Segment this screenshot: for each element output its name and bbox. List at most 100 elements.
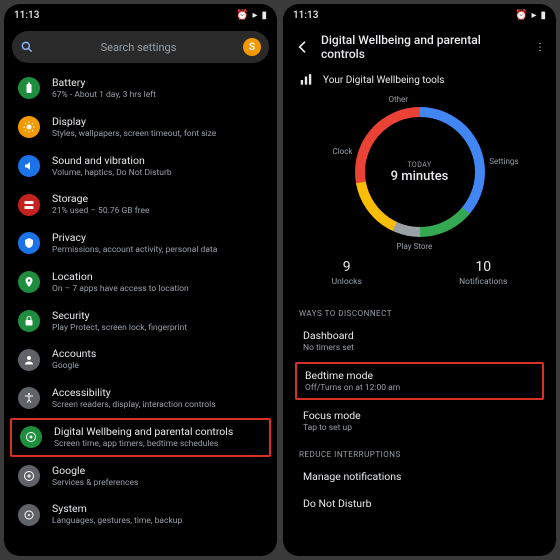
battery-icon: ▮ [540,10,546,21]
settings-screen: 11:13 ⏰ ▸ ▮ Search settings S Battery 67… [4,4,277,556]
wellbeing-icon [20,426,42,448]
tools-row[interactable]: Your Digital Wellbeing tools [283,69,556,93]
item-title: Google [52,464,263,477]
header: Digital Wellbeing and parental controls … [283,25,556,69]
item-title: Digital Wellbeing and parental controls [54,425,261,438]
search-placeholder: Search settings [42,41,235,54]
tools-label: Your Digital Wellbeing tools [323,75,444,86]
search-icon [20,40,34,54]
option-title: Manage notifications [303,470,536,483]
item-subtitle: On – 7 apps have access to location [52,284,263,295]
stat-notifications[interactable]: 10 Notifications [459,259,507,287]
settings-list: Battery 67% - About 1 day, 3 hrs left Di… [4,69,277,556]
donut-today-label: TODAY [407,161,431,169]
display-icon [18,116,40,138]
disconnect-list: DashboardNo timers setBedtime modeOff/Tu… [283,322,556,440]
donut-label-settings: Settings [489,157,518,166]
item-title: Sound and vibration [52,154,263,167]
item-subtitle: Languages, gestures, time, backup [52,516,263,527]
status-icons: ⏰ ▸ ▮ [236,10,267,21]
option-title: Focus mode [303,409,536,422]
stat-unlocks[interactable]: 9 Unlocks [332,259,362,287]
settings-item-wellbeing[interactable]: Digital Wellbeing and parental controls … [10,418,271,457]
option-manage-notifications[interactable]: Manage notifications [283,463,556,490]
chart-icon [299,73,313,87]
section-ways-to-disconnect: WAYS TO DISCONNECT [283,299,556,322]
battery-icon [18,77,40,99]
item-subtitle: Screen readers, display, interaction con… [52,400,263,411]
search-bar[interactable]: Search settings S [12,31,269,63]
settings-item-accounts[interactable]: Accounts Google [4,340,277,379]
option-title: Do Not Disturb [303,497,536,510]
option-dashboard[interactable]: DashboardNo timers set [283,322,556,360]
back-icon[interactable] [295,39,311,55]
settings-item-accessibility[interactable]: Accessibility Screen readers, display, i… [4,379,277,418]
settings-item-google[interactable]: Google Services & preferences [4,457,277,496]
item-subtitle: Services & preferences [52,478,263,489]
sound-icon [18,155,40,177]
wifi-icon: ▸ [252,10,257,21]
item-subtitle: 67% - About 1 day, 3 hrs left [52,90,263,101]
donut-center: TODAY 9 minutes [345,97,495,247]
option-subtitle: No timers set [303,343,536,353]
item-title: Location [52,270,263,283]
clock-text: 11:13 [293,10,318,21]
item-subtitle: Screen time, app timers, bedtime schedul… [54,439,261,450]
option-title: Bedtime mode [305,369,534,382]
google-icon [18,465,40,487]
item-subtitle: Volume, haptics, Do Not Disturb [52,168,263,179]
battery-icon: ▮ [261,10,267,21]
wellbeing-screen: 11:13 ⏰ ▸ ▮ Digital Wellbeing and parent… [283,4,556,556]
accounts-icon [18,349,40,371]
security-icon [18,310,40,332]
item-title: Storage [52,192,263,205]
wifi-icon: ▸ [531,10,536,21]
privacy-icon [18,232,40,254]
item-title: Security [52,309,263,322]
settings-item-display[interactable]: Display Styles, wallpapers, screen timeo… [4,108,277,147]
option-title: Dashboard [303,329,536,342]
status-icons: ⏰ ▸ ▮ [515,10,546,21]
option-subtitle: Tap to set up [303,423,536,433]
settings-item-battery[interactable]: Battery 67% - About 1 day, 3 hrs left [4,69,277,108]
avatar[interactable]: S [243,38,261,56]
item-title: Accounts [52,347,263,360]
item-subtitle: Google [52,361,263,372]
option-subtitle: Off/Turns on at 12:00 am [305,383,534,393]
settings-item-system[interactable]: System Languages, gestures, time, backup [4,495,277,534]
storage-icon [18,194,40,216]
page-title: Digital Wellbeing and parental controls [321,33,525,61]
settings-item-storage[interactable]: Storage 21% used – 50.76 GB free [4,185,277,224]
item-title: Display [52,115,263,128]
item-subtitle: Permissions, account activity, personal … [52,245,263,256]
overflow-icon[interactable]: ⋮ [535,42,544,53]
option-do-not-disturb[interactable]: Do Not Disturb [283,490,556,517]
donut-label-other: Other [389,95,408,104]
donut-label-playstore: Play Store [397,242,433,251]
item-subtitle: 21% used – 50.76 GB free [52,206,263,217]
item-title: Privacy [52,231,263,244]
option-focus-mode[interactable]: Focus modeTap to set up [283,402,556,440]
location-icon [18,271,40,293]
accessibility-icon [18,387,40,409]
stats-row: 9 Unlocks 10 Notifications [283,249,556,299]
item-title: Accessibility [52,386,263,399]
item-subtitle: Styles, wallpapers, screen timeout, font… [52,129,263,140]
option-bedtime-mode[interactable]: Bedtime modeOff/Turns on at 12:00 am [295,362,544,400]
settings-item-sound[interactable]: Sound and vibration Volume, haptics, Do … [4,147,277,186]
item-subtitle: Play Protect, screen lock, fingerprint [52,323,263,334]
status-bar: 11:13 ⏰ ▸ ▮ [283,4,556,25]
section-reduce-interruptions: REDUCE INTERRUPTIONS [283,440,556,463]
status-bar: 11:13 ⏰ ▸ ▮ [4,4,277,25]
interruptions-list: Manage notifications Do Not Disturb [283,463,556,517]
settings-item-location[interactable]: Location On – 7 apps have access to loca… [4,263,277,302]
system-icon [18,504,40,526]
item-title: System [52,502,263,515]
alarm-icon: ⏰ [515,10,527,21]
usage-donut[interactable]: TODAY 9 minutes Other Clock Settings Pla… [345,97,495,247]
alarm-icon: ⏰ [236,10,248,21]
donut-label-clock: Clock [333,147,353,156]
settings-item-security[interactable]: Security Play Protect, screen lock, fing… [4,302,277,341]
donut-value: 9 minutes [391,169,449,184]
settings-item-privacy[interactable]: Privacy Permissions, account activity, p… [4,224,277,263]
